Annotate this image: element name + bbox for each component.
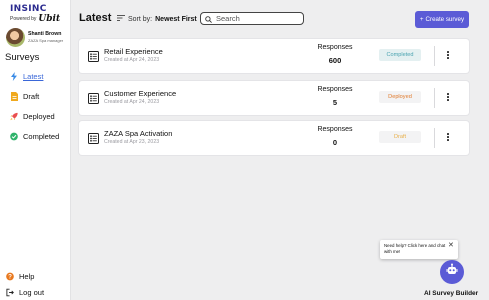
check-circle-icon: [10, 132, 18, 140]
avatar: [6, 27, 25, 47]
sidebar-item-completed[interactable]: Completed: [0, 126, 70, 146]
responses-label: Responses: [317, 126, 353, 133]
create-survey-button[interactable]: + Create survey: [415, 11, 469, 28]
survey-date: Created at Apr 24, 2023: [104, 57, 160, 63]
sort-label: Sort by:: [128, 15, 153, 23]
responses-count: 5: [332, 98, 338, 107]
survey-card[interactable]: Customer Experience Created at Apr 24, 2…: [79, 81, 469, 115]
close-icon[interactable]: ✕: [448, 242, 454, 249]
sort-icon: [117, 15, 125, 23]
sidebar-nav: Latest Draft Deployed Completed: [0, 66, 70, 146]
brand-logo[interactable]: INSINC Powered by Ubit: [10, 4, 60, 24]
sidebar-item-draft[interactable]: Draft: [0, 86, 70, 106]
draft-document-icon: [10, 91, 18, 101]
chat-help-bubble[interactable]: Need help? Click here and chat with me! …: [380, 240, 458, 259]
more-options-icon[interactable]: [444, 131, 452, 143]
sidebar-item-label: Help: [19, 271, 35, 281]
survey-title[interactable]: ZAZA Spa Activation: [104, 129, 172, 138]
more-options-icon[interactable]: [444, 49, 452, 61]
powered-by-text: Powered by: [10, 16, 37, 22]
svg-text:?: ?: [8, 273, 12, 280]
sidebar-bottom-nav: ? Help Log out: [0, 268, 70, 300]
status-badge: Draft: [379, 131, 421, 143]
sidebar-item-label: Log out: [19, 287, 45, 297]
plus-icon: +: [419, 16, 424, 23]
survey-title[interactable]: Retail Experience: [104, 47, 163, 56]
user-role: ZAZA Spa manager: [28, 38, 64, 43]
user-profile[interactable]: Shanti Brown ZAZA Spa manager: [6, 27, 68, 47]
sidebar: INSINC Powered by Ubit Shanti Brown ZAZA…: [0, 0, 71, 300]
responses-count: 600: [328, 56, 342, 65]
sidebar-item-label: Deployed: [23, 111, 55, 121]
sidebar-item-latest[interactable]: Latest: [0, 66, 70, 86]
sidebar-item-label: Latest: [23, 71, 44, 81]
create-survey-label: Create survey: [425, 16, 465, 23]
user-name: Shanti Brown: [28, 31, 62, 37]
page-title: Latest: [79, 12, 112, 24]
sort-value: Newest First: [155, 15, 197, 23]
user-info: Shanti Brown ZAZA Spa manager: [28, 31, 63, 43]
survey-date: Created at Apr 23, 2023: [104, 139, 160, 145]
sidebar-item-help[interactable]: ? Help: [0, 268, 70, 284]
brand-script-mark: Ubit: [38, 14, 61, 24]
survey-card[interactable]: Retail Experience Created at Apr 24, 202…: [79, 39, 469, 73]
lightning-icon: [10, 71, 18, 81]
sidebar-item-label: Completed: [23, 131, 60, 141]
search-box[interactable]: [200, 12, 304, 25]
survey-form-icon: [88, 49, 99, 62]
survey-card[interactable]: ZAZA Spa Activation Created at Apr 23, 2…: [79, 121, 469, 155]
ai-survey-builder-label: AI Survey Builder: [424, 290, 479, 297]
brand-name: INSINC: [10, 4, 47, 14]
chat-help-text: Need help? Click here and chat with me!: [384, 243, 446, 254]
survey-date: Created at Apr 24, 2023: [104, 99, 160, 105]
survey-form-icon: [88, 91, 99, 104]
status-badge: Deployed: [379, 91, 421, 103]
question-circle-icon: ?: [6, 272, 14, 280]
robot-icon: [445, 263, 459, 282]
survey-form-icon: [88, 131, 99, 144]
responses-count: 0: [332, 138, 338, 147]
logout-icon: [6, 288, 14, 296]
more-options-icon[interactable]: [444, 91, 452, 103]
search-input[interactable]: [216, 14, 296, 23]
surveys-heading: Surveys: [5, 52, 40, 63]
rocket-icon: [10, 112, 18, 120]
search-icon: [205, 10, 212, 28]
responses-label: Responses: [317, 86, 353, 93]
sidebar-item-logout[interactable]: Log out: [0, 284, 70, 300]
sort-control[interactable]: Sort by: Newest First: [117, 15, 197, 23]
brand-powered-by: Powered by Ubit: [10, 14, 60, 24]
responses-label: Responses: [317, 44, 353, 51]
sidebar-item-label: Draft: [23, 91, 40, 101]
sidebar-item-deployed[interactable]: Deployed: [0, 106, 70, 126]
divider: [434, 88, 435, 108]
status-badge: Completed: [379, 49, 421, 61]
survey-title[interactable]: Customer Experience: [104, 89, 176, 98]
ai-survey-builder-button[interactable]: [440, 260, 464, 284]
divider: [434, 128, 435, 148]
page-header: Latest Sort by: Newest First + Create su…: [71, 0, 489, 38]
divider: [434, 46, 435, 66]
